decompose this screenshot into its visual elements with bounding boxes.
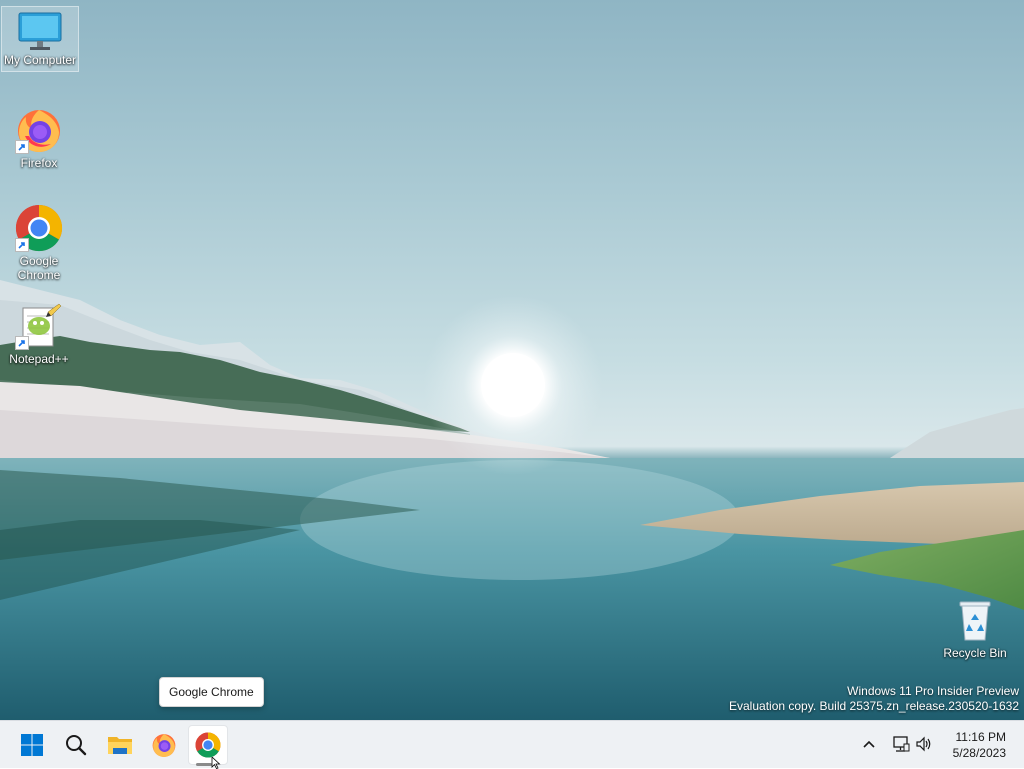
shortcut-arrow-icon	[15, 140, 29, 154]
clock-date: 5/28/2023	[952, 746, 1006, 760]
desktop-icon-label: Firefox	[20, 156, 58, 170]
firefox-taskbar-button[interactable]	[144, 725, 184, 765]
running-indicator	[196, 763, 212, 766]
volume-button[interactable]	[914, 733, 934, 755]
file-explorer-button[interactable]	[100, 725, 140, 765]
shortcut-arrow-icon	[15, 336, 29, 350]
monitor-icon	[16, 9, 64, 55]
chrome-icon	[15, 204, 63, 252]
desktop-icon-my-computer[interactable]: My Computer	[1, 6, 79, 72]
desktop-icon-label: Recycle Bin	[943, 646, 1007, 660]
windows-logo-icon	[21, 734, 43, 756]
desktop-icon-label: My Computer	[3, 53, 77, 67]
watermark-edition: Windows 11 Pro Insider Preview	[847, 684, 1019, 698]
taskbar-tooltip: Google Chrome	[159, 677, 264, 707]
taskbar: 11:16 PM 5/28/2023	[0, 720, 1024, 768]
folder-icon	[108, 737, 132, 754]
desktop-icon-notepadpp[interactable]: Notepad++	[1, 300, 77, 366]
desktop-icon-google-chrome[interactable]: Google Chrome	[1, 202, 77, 282]
desktop[interactable]: My Computer Firefox Google Chrome Notepa…	[0, 0, 1024, 720]
network-icon	[893, 736, 910, 752]
volume-icon	[916, 736, 931, 752]
recycle-bin-icon	[951, 598, 999, 644]
mouse-pointer-icon	[211, 757, 221, 769]
firefox-icon	[152, 734, 176, 757]
desktop-icon-recycle-bin[interactable]: Recycle Bin	[937, 596, 1013, 660]
start-button[interactable]	[12, 725, 52, 765]
desktop-icon-firefox[interactable]: Firefox	[1, 104, 77, 170]
chrome-icon	[195, 732, 221, 758]
clock[interactable]: 11:16 PM 5/28/2023	[953, 729, 1006, 761]
search-button[interactable]	[56, 725, 96, 765]
show-hidden-icons-button[interactable]	[859, 733, 879, 755]
clock-time: 11:16 PM	[955, 730, 1006, 744]
network-button[interactable]	[891, 733, 911, 755]
desktop-icon-label: Notepad++	[9, 352, 69, 366]
search-icon	[66, 735, 87, 756]
watermark-build: Evaluation copy. Build 25375.zn_release.…	[729, 699, 1019, 713]
notepadpp-icon	[15, 302, 63, 350]
chevron-up-icon	[863, 740, 875, 748]
firefox-icon	[15, 106, 63, 154]
windows-watermark: Windows 11 Pro Insider Preview Evaluatio…	[729, 684, 1019, 714]
desktop-icon-label: Google Chrome	[17, 254, 61, 282]
shortcut-arrow-icon	[15, 238, 29, 252]
wallpaper	[0, 280, 1024, 720]
